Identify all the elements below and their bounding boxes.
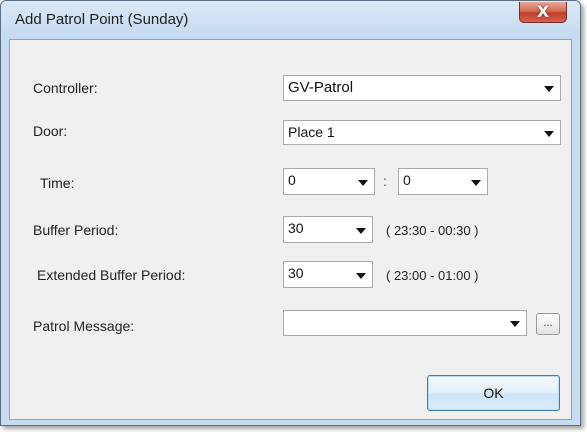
dialog-title: Add Patrol Point (Sunday) xyxy=(15,11,189,28)
extended-buffer-period-dropdown[interactable]: 30 xyxy=(283,261,373,288)
browse-message-button[interactable]: ... xyxy=(536,313,560,335)
patrol-message-label: Patrol Message: xyxy=(33,318,135,334)
chevron-down-icon xyxy=(471,179,481,186)
buffer-period-dropdown[interactable]: 30 xyxy=(283,216,373,243)
chevron-down-icon xyxy=(544,86,554,92)
time-minute-value: 0 xyxy=(403,172,411,188)
time-hour-value: 0 xyxy=(288,172,296,188)
buffer-period-range: ( 23:30 - 00:30 ) xyxy=(386,223,479,238)
extended-buffer-period-range: ( 23:00 - 01:00 ) xyxy=(386,268,479,283)
title-bar[interactable]: Add Patrol Point (Sunday) X xyxy=(1,1,580,39)
chevron-down-icon xyxy=(358,179,368,186)
ok-button[interactable]: OK xyxy=(427,375,560,411)
buffer-period-value: 30 xyxy=(288,220,304,236)
chevron-down-icon xyxy=(510,321,520,327)
time-label: Time: xyxy=(40,175,75,191)
controller-value: GV-Patrol xyxy=(288,79,354,96)
dialog-body: Controller: GV-Patrol Door: Place 1 Time… xyxy=(9,39,572,420)
door-dropdown[interactable]: Place 1 xyxy=(283,120,561,145)
dialog-window: Add Patrol Point (Sunday) X Controller: … xyxy=(0,0,581,426)
buffer-period-label: Buffer Period: xyxy=(33,222,119,238)
close-icon: X xyxy=(536,2,550,21)
time-separator: : xyxy=(383,173,387,189)
controller-label: Controller: xyxy=(33,80,98,96)
patrol-message-dropdown[interactable] xyxy=(283,310,527,336)
extended-buffer-period-label: Extended Buffer Period: xyxy=(37,267,186,283)
chevron-down-icon xyxy=(356,272,366,279)
time-hour-dropdown[interactable]: 0 xyxy=(283,168,375,195)
door-value: Place 1 xyxy=(288,124,335,140)
close-button[interactable]: X xyxy=(519,2,567,23)
chevron-down-icon xyxy=(544,130,554,137)
controller-dropdown[interactable]: GV-Patrol xyxy=(283,75,561,101)
chevron-down-icon xyxy=(356,227,366,234)
time-minute-dropdown[interactable]: 0 xyxy=(398,168,488,195)
extended-buffer-period-value: 30 xyxy=(288,265,304,281)
door-label: Door: xyxy=(33,123,68,139)
